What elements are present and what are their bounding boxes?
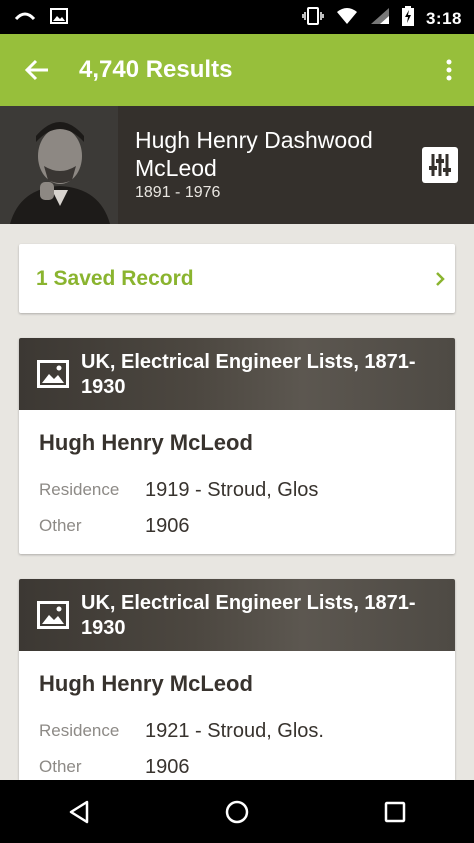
- image-icon: [50, 8, 68, 29]
- record-card-header: UK, Electrical Engineer Lists, 1871-1930: [19, 338, 455, 410]
- person-header: Hugh Henry Dashwood McLeod 1891 - 1976: [0, 106, 474, 224]
- person-name: Hugh Henry Dashwood McLeod: [135, 127, 373, 181]
- filter-sliders-icon: [429, 154, 451, 176]
- image-icon: [37, 360, 69, 393]
- nav-recents-button[interactable]: [355, 780, 435, 843]
- circle-home-icon: [225, 800, 249, 823]
- record-name: Hugh Henry McLeod: [39, 671, 253, 696]
- overflow-menu-button[interactable]: [424, 34, 474, 106]
- cast-icon: [14, 9, 36, 28]
- person-dates: 1891 - 1976: [135, 184, 221, 201]
- clock: 3:18: [425, 8, 462, 28]
- record-card[interactable]: UK, Electrical Engineer Lists, 1871-1930…: [19, 579, 455, 780]
- field-value: 1906: [145, 755, 190, 778]
- status-bar: 3:18: [0, 0, 474, 34]
- nav-back-button[interactable]: [39, 780, 119, 843]
- system-nav-bar: [0, 780, 474, 843]
- image-icon: [37, 601, 69, 634]
- battery-charging-icon: [401, 6, 414, 31]
- person-photo[interactable]: [0, 106, 118, 224]
- record-field-row: Residence 1921 - Stroud, Glos.: [39, 713, 435, 749]
- field-label: Residence: [39, 480, 120, 499]
- record-field-row: Residence 1919 - Stroud, Glos: [39, 472, 435, 508]
- field-label: Other: [39, 516, 82, 535]
- nav-home-button[interactable]: [197, 780, 277, 843]
- square-recents-icon: [384, 801, 406, 822]
- record-card[interactable]: UK, Electrical Engineer Lists, 1871-1930…: [19, 338, 455, 554]
- record-collection: UK, Electrical Engineer Lists, 1871-1930: [81, 351, 416, 398]
- signal-icon: [370, 7, 390, 30]
- record-name: Hugh Henry McLeod: [39, 430, 253, 455]
- arrow-left-icon: [24, 59, 48, 81]
- record-collection: UK, Electrical Engineer Lists, 1871-1930: [81, 592, 416, 639]
- field-value: 1919 - Stroud, Glos: [145, 478, 319, 501]
- field-value: 1906: [145, 514, 190, 537]
- chevron-right-icon: [436, 271, 445, 286]
- field-label: Other: [39, 757, 82, 776]
- record-card-header: UK, Electrical Engineer Lists, 1871-1930: [19, 579, 455, 651]
- field-value: 1921 - Stroud, Glos.: [145, 719, 324, 742]
- back-button[interactable]: [0, 34, 74, 106]
- record-field-row: Other 1906: [39, 749, 435, 780]
- record-field-row: Other 1906: [39, 508, 435, 544]
- results-title: 4,740 Results: [79, 56, 233, 83]
- triangle-back-icon: [69, 800, 89, 823]
- app-bar: 4,740 Results: [0, 34, 474, 106]
- wifi-icon: [336, 7, 358, 30]
- more-vertical-icon: [446, 59, 452, 81]
- vibrate-icon: [302, 6, 324, 31]
- filter-button[interactable]: [422, 147, 458, 183]
- saved-records-label: 1 Saved Record: [36, 266, 194, 290]
- saved-records-card[interactable]: 1 Saved Record: [19, 244, 455, 313]
- field-label: Residence: [39, 721, 120, 740]
